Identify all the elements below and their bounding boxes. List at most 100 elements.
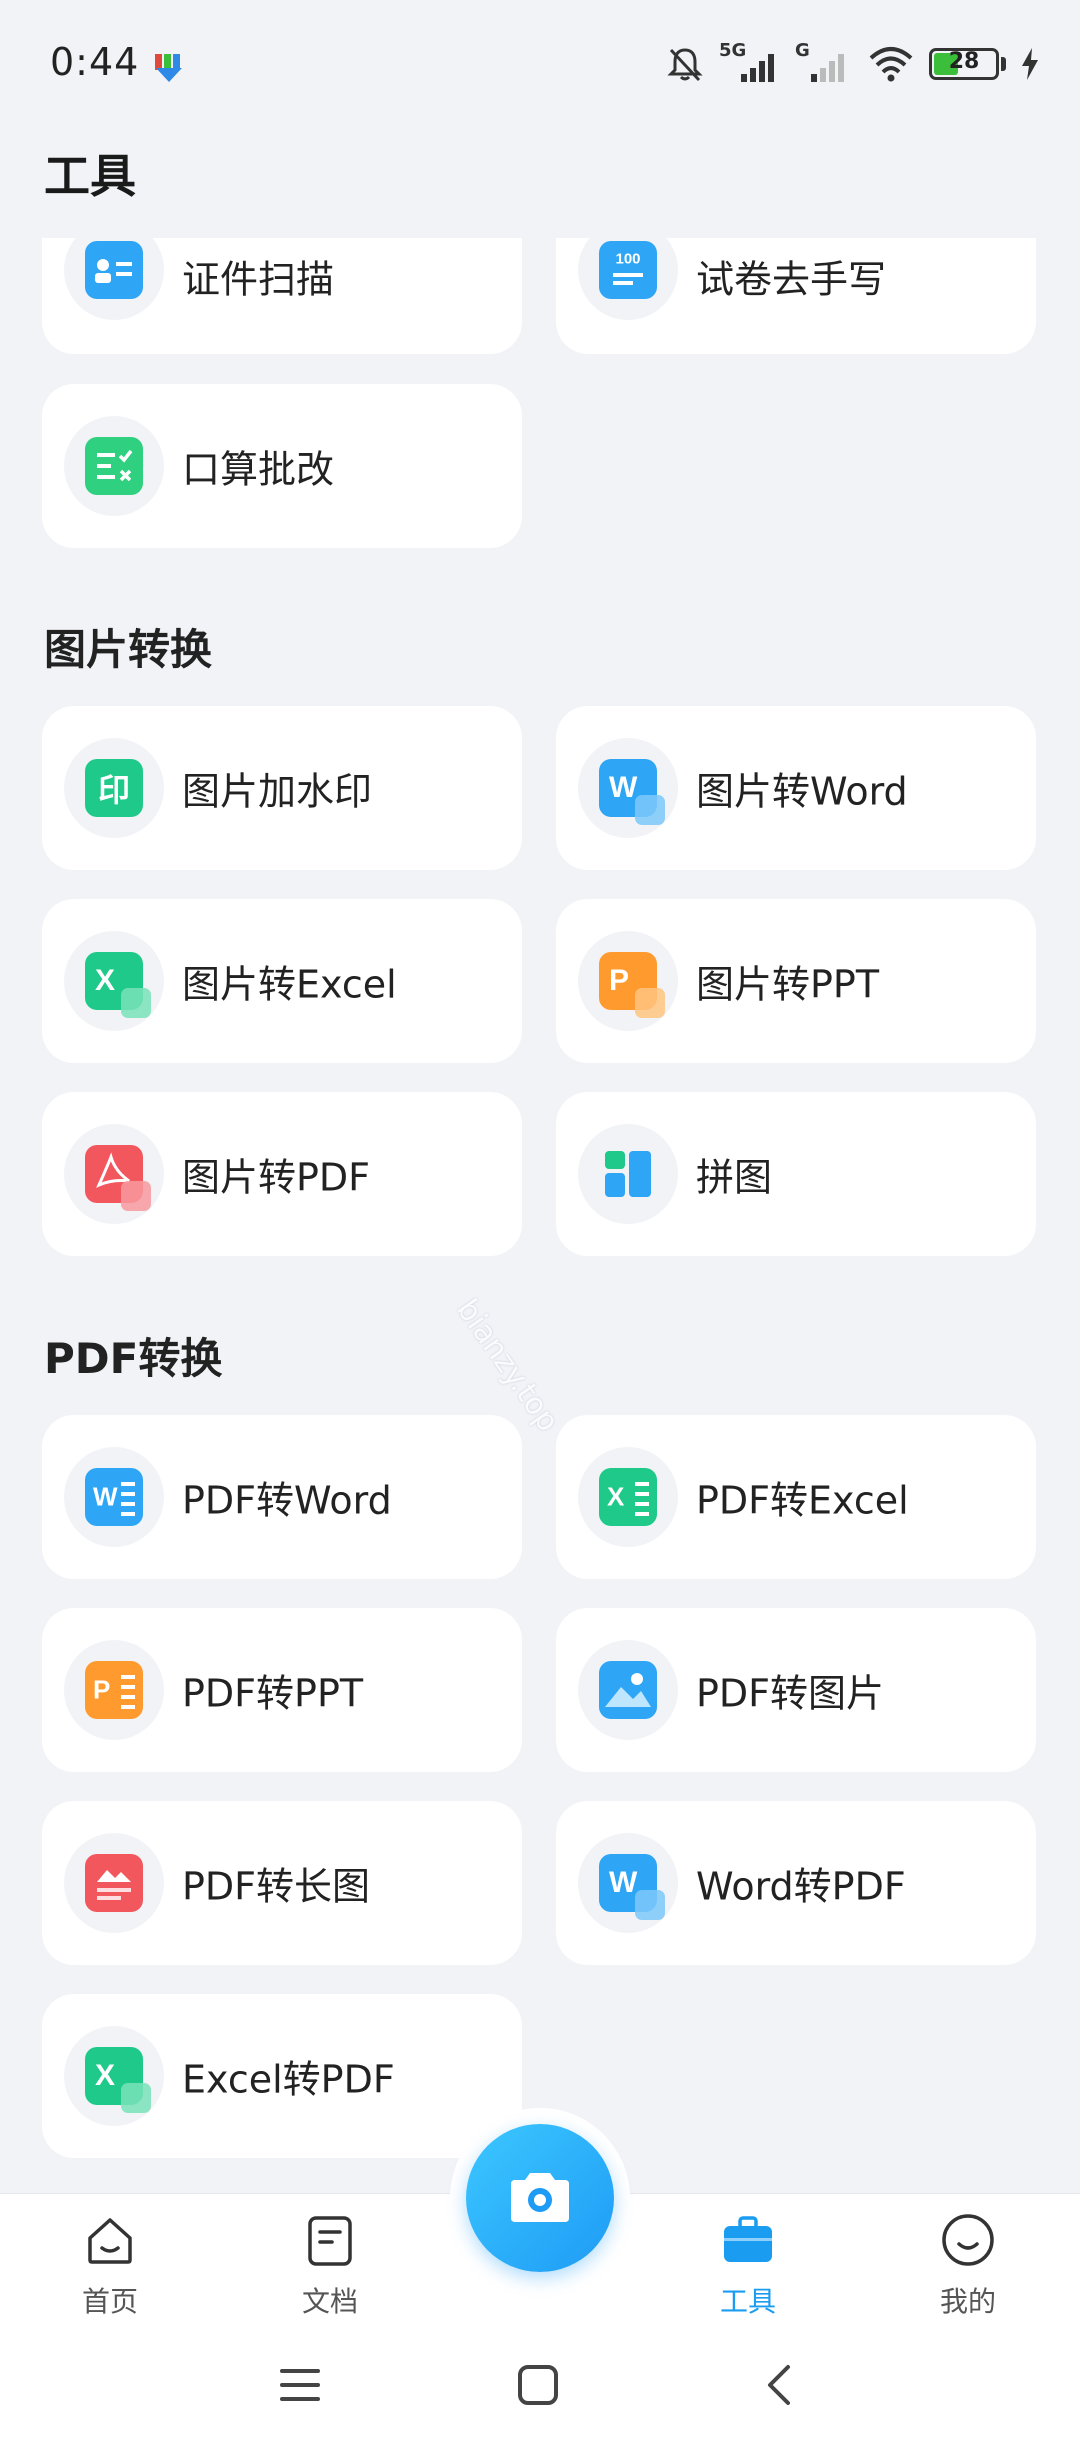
tool-card-image-to-pdf[interactable]: 图片转PDF — [42, 1092, 522, 1256]
pdf-badge-icon — [121, 2083, 151, 2113]
system-nav-bar — [0, 2333, 1080, 2460]
tool-card-id-scan[interactable]: 证件扫描 — [42, 238, 522, 354]
tool-label: 试卷去手写 — [696, 257, 887, 302]
tool-card-pdf-to-excel[interactable]: X PDF转Excel — [556, 1415, 1036, 1579]
tool-label: Word转PDF — [696, 1864, 906, 1909]
mute-bell-icon — [667, 48, 703, 82]
icon-circle — [64, 1124, 164, 1224]
tool-card-exam-handwriting[interactable]: 100 试卷去手写 — [556, 238, 1036, 354]
icon-circle: X — [64, 2026, 164, 2126]
tool-card-pdf-to-long-image[interactable]: PDF转长图 — [42, 1801, 522, 1965]
collage-icon — [599, 1145, 657, 1203]
icon-circle: P — [578, 931, 678, 1031]
home-icon — [88, 2218, 132, 2264]
tool-card-excel-to-pdf[interactable]: X Excel转PDF — [42, 1994, 522, 2158]
convert-badge-icon — [121, 988, 151, 1018]
icon-circle — [64, 416, 164, 516]
tool-label: 拼图 — [696, 1155, 773, 1200]
icon-circle: X — [578, 1447, 678, 1547]
document-icon — [308, 2216, 352, 2266]
tool-label: PDF转长图 — [182, 1864, 371, 1909]
battery-cap — [1001, 57, 1006, 71]
word-to-pdf-icon: W — [599, 1854, 665, 1920]
image-icon — [599, 1661, 657, 1719]
tool-card-collage[interactable]: 拼图 — [556, 1092, 1036, 1256]
word-doc-icon: W — [85, 1468, 143, 1526]
page-title: 工具 — [44, 149, 136, 203]
icon-circle — [578, 1124, 678, 1224]
exam-paper-icon: 100 — [599, 241, 657, 299]
tool-card-pdf-to-image[interactable]: PDF转图片 — [556, 1608, 1036, 1772]
tool-card-word-to-pdf[interactable]: W Word转PDF — [556, 1801, 1036, 1965]
status-bar: 0:44 5G G 28 — [0, 0, 1080, 130]
icon-circle: 100 — [578, 238, 678, 320]
nav-documents[interactable]: 文档 — [270, 2212, 390, 2320]
camera-icon — [511, 2173, 569, 2222]
icon-circle — [578, 1640, 678, 1740]
id-card-icon — [85, 241, 143, 299]
tool-label: PDF转Word — [182, 1478, 392, 1523]
tool-label: PDF转图片 — [696, 1671, 885, 1716]
tool-card-image-watermark[interactable]: 印 图片加水印 — [42, 706, 522, 870]
pdf-icon — [85, 1145, 151, 1211]
battery-icon: 28 — [929, 48, 999, 80]
nav-home[interactable]: 首页 — [50, 2212, 170, 2320]
nav-label: 首页 — [81, 2285, 138, 2318]
camera-button[interactable] — [466, 2124, 614, 2272]
tool-label: 图片转PPT — [696, 962, 880, 1007]
battery-level: 28 — [948, 49, 980, 74]
convert-badge-icon — [635, 795, 665, 825]
ppt-doc-icon: P — [85, 1661, 143, 1719]
ppt-icon: P — [599, 952, 665, 1018]
watermark-icon: 印 — [85, 759, 143, 817]
icon-circle: W — [64, 1447, 164, 1547]
icon-circle: X — [64, 931, 164, 1031]
icon-circle: W — [578, 738, 678, 838]
tool-card-math-check[interactable]: 口算批改 — [42, 384, 522, 548]
nav-tools[interactable]: 工具 — [688, 2212, 808, 2320]
nav-profile[interactable]: 我的 — [908, 2212, 1028, 2320]
pdf-badge-icon — [635, 1890, 665, 1920]
tools-content: 证件扫描 100 试卷去手写 口算批改 图片转换 印 图片加水印 W 图片转Wo… — [0, 238, 1080, 2193]
convert-badge-icon — [635, 988, 665, 1018]
tool-card-image-to-excel[interactable]: X 图片转Excel — [42, 899, 522, 1063]
tool-card-pdf-to-ppt[interactable]: P PDF转PPT — [42, 1608, 522, 1772]
tool-label: 图片转Excel — [182, 962, 397, 1007]
tool-label: 口算批改 — [182, 447, 335, 492]
status-icons: 5G G 28 — [665, 40, 1040, 86]
download-notification-icon — [155, 54, 182, 82]
section-title-pdf-convert: PDF转换 — [44, 1334, 223, 1383]
menu-icon[interactable] — [278, 2363, 322, 2407]
tool-label: PDF转Excel — [696, 1478, 909, 1523]
excel-doc-icon: X — [599, 1468, 657, 1526]
icon-circle: W — [578, 1833, 678, 1933]
nav-label: 工具 — [719, 2285, 776, 2318]
convert-badge-icon — [121, 1181, 151, 1211]
excel-to-pdf-icon: X — [85, 2047, 151, 2113]
back-icon[interactable] — [758, 2363, 802, 2407]
nav-label: 我的 — [939, 2285, 996, 2318]
charging-icon — [1022, 48, 1038, 80]
profile-icon — [942, 2214, 994, 2266]
word-icon: W — [599, 759, 665, 825]
toolbox-icon — [724, 2216, 772, 2262]
math-check-icon — [85, 437, 143, 495]
icon-circle — [64, 1833, 164, 1933]
watermark-icon-text: 印 — [97, 772, 130, 808]
tool-label: 证件扫描 — [182, 257, 335, 302]
section-title-image-convert: 图片转换 — [44, 625, 213, 674]
excel-icon: X — [85, 952, 151, 1018]
icon-circle: 印 — [64, 738, 164, 838]
signal-5g-icon: 5G — [719, 40, 781, 84]
icon-circle: P — [64, 1640, 164, 1740]
wifi-icon — [869, 47, 913, 82]
status-time: 0:44 — [50, 40, 140, 84]
tool-card-pdf-to-word[interactable]: W PDF转Word — [42, 1415, 522, 1579]
nav-label: 文档 — [301, 2285, 358, 2318]
icon-circle — [64, 238, 164, 320]
tool-card-image-to-ppt[interactable]: P 图片转PPT — [556, 899, 1036, 1063]
tool-card-image-to-word[interactable]: W 图片转Word — [556, 706, 1036, 870]
home-square-icon[interactable] — [516, 2363, 560, 2407]
signal-g-icon: G — [795, 40, 853, 84]
tool-label: Excel转PDF — [182, 2057, 395, 2102]
